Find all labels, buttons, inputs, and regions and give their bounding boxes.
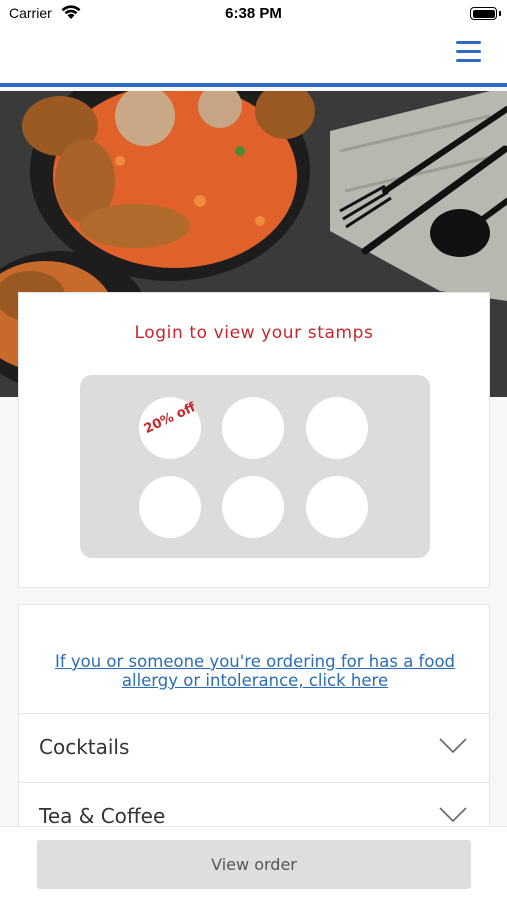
stamp-card-title[interactable]: Login to view your stamps [19,323,489,343]
battery-icon [470,7,497,20]
status-bar: Carrier 6:38 PM [0,0,507,30]
view-order-button[interactable]: View order [37,840,471,889]
stamp-slot [222,397,284,459]
menu-card: If you or someone you're ordering for ha… [18,604,490,834]
stamp-slot [222,476,284,538]
status-time: 6:38 PM [225,5,282,22]
stamp-slot [306,397,368,459]
category-label: Cocktails [39,735,130,759]
category-cocktails[interactable]: Cocktails [19,713,489,782]
stamp-slot [306,476,368,538]
nav-bar [0,30,507,87]
stamp-grid: 20% off [80,375,430,558]
allergy-info-link[interactable]: If you or someone you're ordering for ha… [39,652,471,690]
battery-tip [499,11,501,16]
category-label: Tea & Coffee [39,804,166,828]
reward-label: 20% off [141,400,199,437]
stamp-reward: 20% off [139,397,201,459]
chevron-down-icon [439,807,467,823]
stamp-slot [139,476,201,538]
stamp-card: Login to view your stamps 20% off [18,292,490,588]
chevron-down-icon [439,738,467,754]
bottom-bar: View order [0,826,507,900]
hamburger-menu-icon[interactable] [456,41,481,63]
